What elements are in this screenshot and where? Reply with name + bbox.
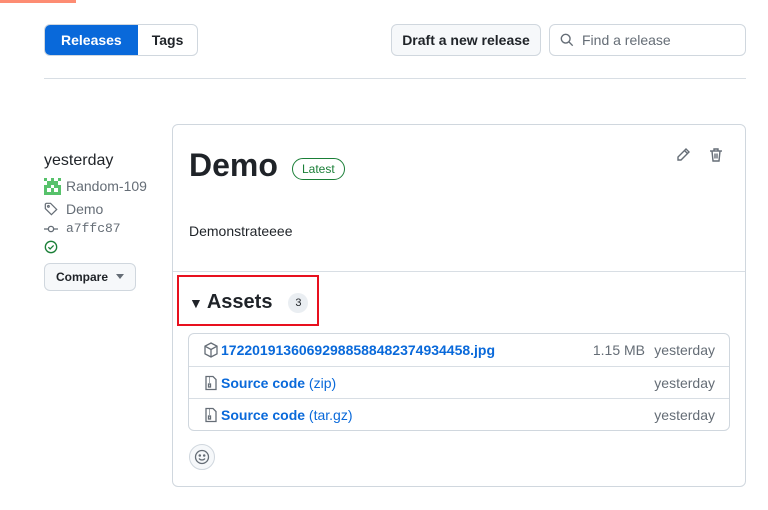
release-description: Demonstrateeee (189, 223, 293, 239)
file-zip-icon (205, 375, 217, 390)
asset-link-source-targz[interactable]: Source code (tar.gz) (221, 407, 353, 423)
asset-row: 17220191360692988588482374934458.jpg 1.1… (189, 334, 729, 366)
asset-link-source-zip[interactable]: Source code (zip) (221, 375, 336, 391)
trash-icon[interactable] (708, 147, 724, 168)
search-icon (560, 33, 574, 47)
tab-releases[interactable]: Releases (45, 25, 138, 55)
commit-link[interactable]: a7ffc87 (44, 220, 154, 238)
release-sidebar: yesterday Random-109 Demo a7ffc87 Compar… (44, 152, 154, 291)
author-name: Random-109 (66, 178, 147, 194)
release-title[interactable]: Demo (189, 147, 278, 184)
asset-date: yesterday (654, 406, 715, 423)
asset-link-jpg[interactable]: 17220191360692988588482374934458.jpg (221, 342, 495, 358)
header-divider (44, 78, 746, 79)
assets-highlight-box (177, 275, 319, 326)
asset-row: Source code (tar.gz) yesterday (189, 398, 729, 430)
verified-check-icon (44, 240, 154, 257)
draft-release-button[interactable]: Draft a new release (391, 24, 541, 56)
tag-name: Demo (66, 201, 104, 217)
avatar (44, 178, 61, 195)
search-box[interactable] (549, 24, 746, 56)
commit-sha: a7ffc87 (66, 221, 121, 236)
releases-tags-subnav: Releases Tags (44, 24, 199, 56)
compare-label: Compare (55, 270, 108, 284)
git-commit-icon (44, 225, 58, 233)
release-date: yesterday (44, 152, 114, 169)
asset-list: 17220191360692988588482374934458.jpg 1.1… (188, 333, 730, 431)
file-zip-icon (205, 407, 217, 422)
assets-divider (173, 271, 745, 272)
top-accent-bar (0, 0, 76, 3)
release-card: Demo Latest Demonstrateeee ▼ Assets 3 17… (172, 124, 746, 487)
asset-date: yesterday (654, 342, 715, 358)
tab-tags[interactable]: Tags (138, 25, 198, 55)
compare-button[interactable]: Compare (44, 263, 136, 291)
package-icon (204, 342, 218, 358)
search-input[interactable] (582, 32, 742, 48)
author-link[interactable]: Random-109 (44, 176, 154, 196)
smiley-icon (194, 449, 210, 465)
tag-icon (44, 202, 58, 216)
asset-date: yesterday (654, 374, 715, 391)
caret-down-icon (116, 274, 124, 279)
asset-row: Source code (zip) yesterday (189, 366, 729, 398)
pencil-icon[interactable] (675, 147, 691, 168)
latest-badge: Latest (292, 158, 345, 180)
add-reaction-button[interactable] (189, 444, 215, 470)
tag-link[interactable]: Demo (44, 200, 154, 218)
asset-size: 1.15 MB (592, 342, 645, 358)
